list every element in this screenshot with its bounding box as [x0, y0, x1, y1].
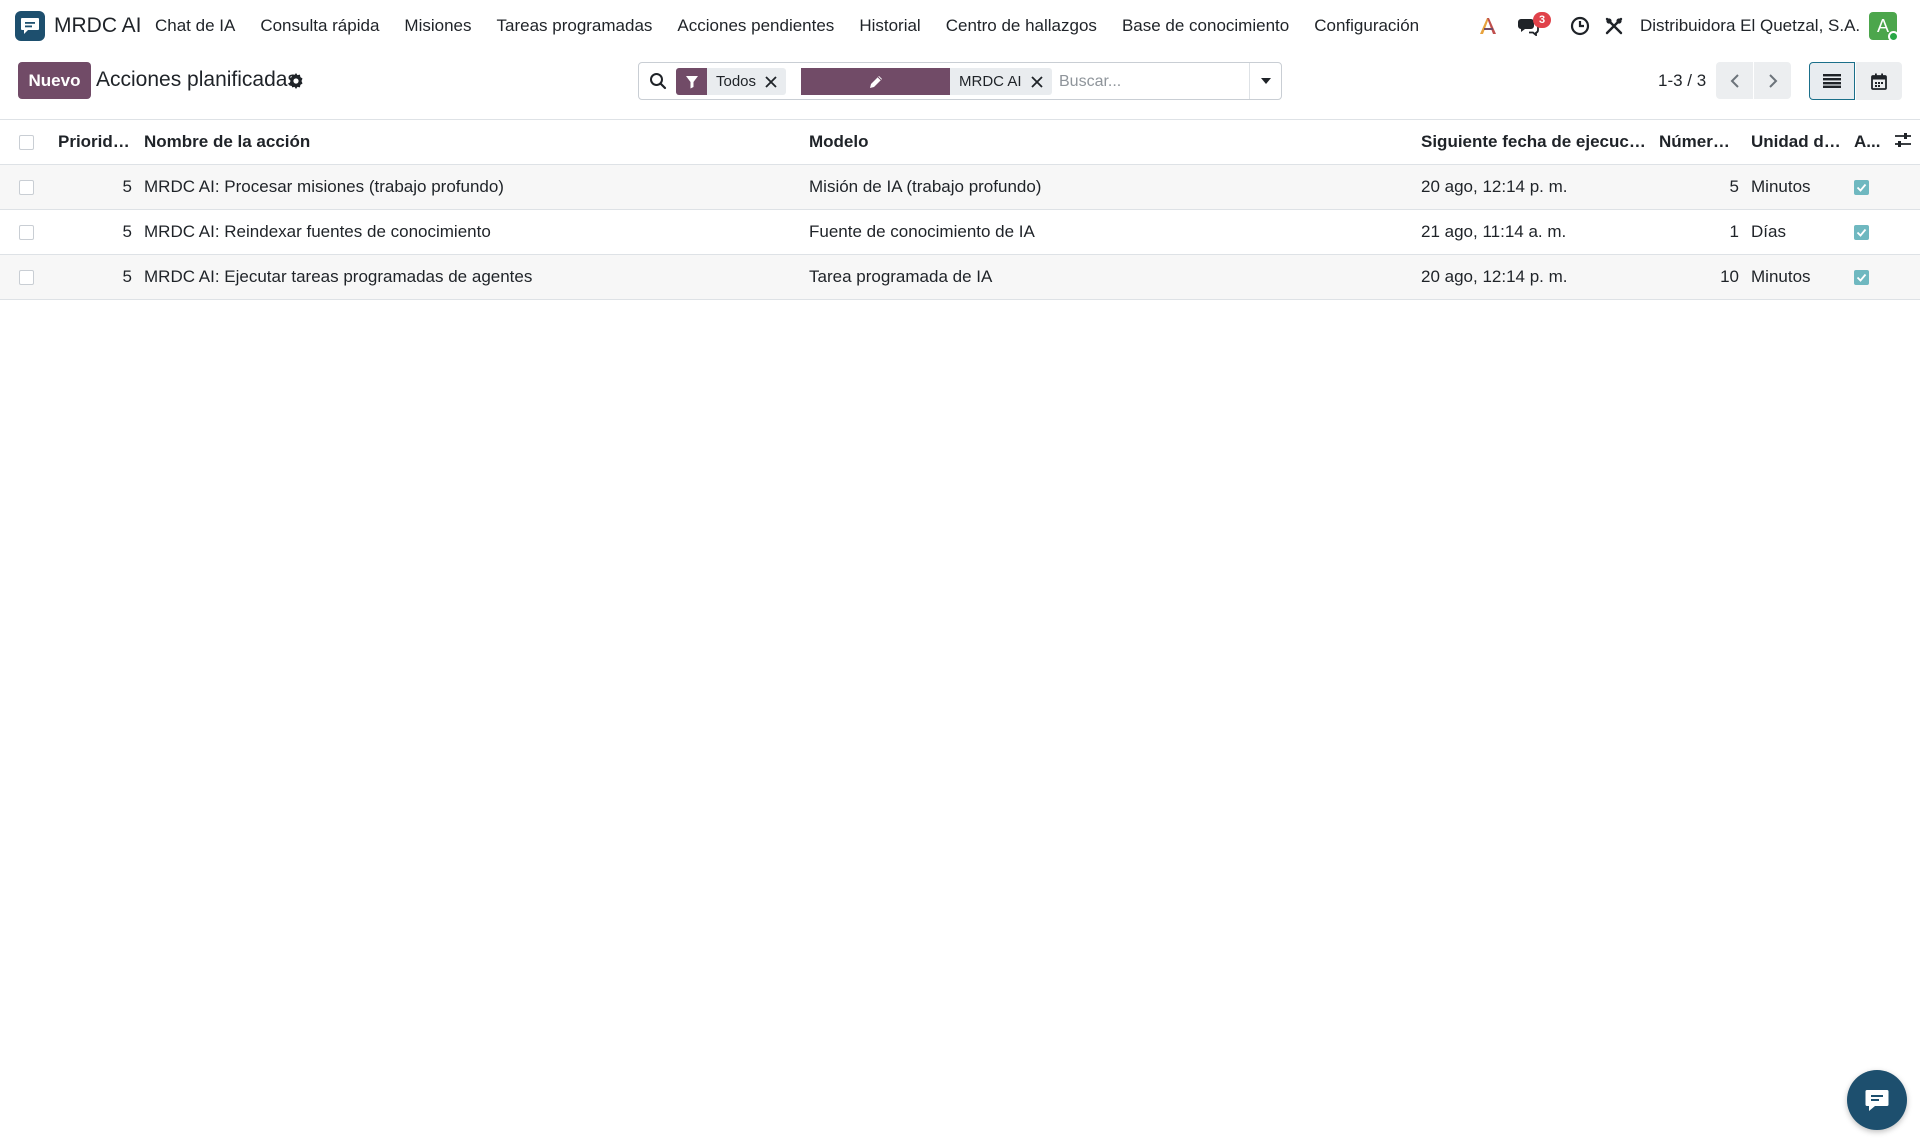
list-icon	[1823, 74, 1841, 88]
row-select-cell[interactable]	[0, 165, 52, 210]
facet-label: MRDC AI	[959, 73, 1022, 90]
table-header-row: Prioridad Nombre de la acción Modelo Sig…	[0, 119, 1920, 165]
main-menu: Chat de IA Consulta rápida Misiones Tare…	[155, 0, 1444, 52]
list-view-button[interactable]	[1809, 62, 1855, 100]
close-icon[interactable]	[1030, 75, 1044, 89]
tools-icon[interactable]	[1602, 14, 1626, 38]
model-cell: Fuente de conocimiento de IA	[809, 222, 1035, 241]
interval-unit-cell: Minutos	[1751, 177, 1811, 196]
model-cell: Misión de IA (trabajo profundo)	[809, 177, 1042, 196]
active-checkbox[interactable]	[1854, 225, 1869, 241]
filter-icon	[676, 68, 707, 95]
menu-item-findings-center[interactable]: Centro de hallazgos	[946, 16, 1097, 36]
group-facet[interactable]: MRDC AI	[950, 68, 1052, 95]
interval-number-cell: 5	[1729, 177, 1739, 196]
gear-icon[interactable]	[287, 72, 305, 90]
action-name-cell[interactable]: MRDC AI: Ejecutar tareas programadas de …	[138, 255, 803, 300]
pager-next-button[interactable]	[1754, 62, 1791, 99]
top-navbar: MRDC AI Chat de IA Consulta rápida Misio…	[0, 0, 1920, 52]
app-name[interactable]: MRDC AI	[54, 14, 142, 38]
chevron-left-icon	[1730, 73, 1739, 88]
app-logo-icon[interactable]	[15, 11, 45, 41]
active-cell	[1848, 165, 1888, 210]
interval-unit-cell: Minutos	[1751, 267, 1811, 286]
company-switcher[interactable]: Distribuidora El Quetzal, S.A.	[1640, 16, 1860, 36]
menu-item-scheduled-tasks[interactable]: Tareas programadas	[497, 16, 653, 36]
menu-item-missions[interactable]: Misiones	[404, 16, 471, 36]
menu-item-configuration[interactable]: Configuración	[1314, 16, 1419, 36]
interval-unit-cell: Días	[1751, 222, 1786, 241]
menu-item-knowledge-base[interactable]: Base de conocimiento	[1122, 16, 1289, 36]
search-input[interactable]	[1059, 69, 1239, 95]
search-bar: Todos MRDC AI	[638, 62, 1282, 100]
page-title: Acciones planificadas	[96, 68, 298, 91]
sliders-icon	[1895, 132, 1911, 147]
search-options-toggle[interactable]	[1249, 63, 1282, 99]
close-icon[interactable]	[764, 75, 778, 89]
row-select-cell[interactable]	[0, 210, 52, 255]
table-row[interactable]: 5 MRDC AI: Procesar misiones (trabajo pr…	[0, 164, 1920, 210]
calendar-icon	[1871, 73, 1887, 90]
filter-facet[interactable]: Todos	[676, 68, 787, 95]
interval-number-cell: 10	[1720, 267, 1739, 286]
action-name-cell[interactable]: MRDC AI: Reindexar fuentes de conocimien…	[138, 210, 803, 255]
optional-columns-toggle[interactable]	[1888, 120, 1920, 165]
row-checkbox[interactable]	[19, 225, 34, 241]
active-checkbox[interactable]	[1854, 180, 1869, 196]
menu-item-pending-actions[interactable]: Acciones pendientes	[677, 16, 834, 36]
table-row[interactable]: 5 MRDC AI: Ejecutar tareas programadas d…	[0, 254, 1920, 300]
column-header-next-run[interactable]: Siguiente fecha de ejecución	[1415, 120, 1653, 165]
ai-assistant-icon[interactable]	[1477, 14, 1501, 38]
messages-count-badge: 3	[1533, 12, 1551, 28]
row-select-cell[interactable]	[0, 255, 52, 300]
new-button[interactable]: Nuevo	[18, 62, 91, 99]
row-checkbox[interactable]	[19, 180, 34, 196]
active-cell	[1848, 210, 1888, 255]
next-run-cell: 21 ago, 11:14 a. m.	[1421, 222, 1567, 241]
table-row[interactable]: 5 MRDC AI: Reindexar fuentes de conocimi…	[0, 209, 1920, 255]
column-header-model[interactable]: Modelo	[803, 120, 1415, 165]
column-header-unit[interactable]: Unidad de...	[1745, 120, 1848, 165]
facet-edit-bar[interactable]	[801, 68, 951, 95]
search-icon[interactable]	[649, 72, 667, 90]
menu-item-chat[interactable]: Chat de IA	[155, 16, 235, 36]
pager-previous-button[interactable]	[1716, 62, 1753, 99]
chat-launcher-button[interactable]	[1847, 1070, 1907, 1130]
calendar-view-button[interactable]	[1856, 62, 1902, 100]
active-cell	[1848, 255, 1888, 300]
scheduled-actions-table: Prioridad Nombre de la acción Modelo Sig…	[0, 119, 1920, 300]
activity-clock-icon[interactable]	[1568, 14, 1592, 38]
priority-cell: 5	[122, 267, 132, 286]
facet-label: Todos	[716, 73, 757, 90]
pager-value[interactable]: 1-3 / 3	[1658, 71, 1706, 91]
chevron-right-icon	[1768, 73, 1777, 88]
caret-down-icon	[1261, 78, 1271, 84]
select-all-checkbox[interactable]	[19, 135, 34, 151]
chat-bubble-icon	[1865, 1090, 1889, 1111]
select-all-cell[interactable]	[0, 120, 52, 165]
menu-item-history[interactable]: Historial	[859, 16, 920, 36]
menu-item-quick-query[interactable]: Consulta rápida	[260, 16, 379, 36]
column-header-active[interactable]: A...	[1848, 120, 1888, 165]
interval-number-cell: 1	[1729, 222, 1739, 241]
row-checkbox[interactable]	[19, 270, 34, 286]
next-run-cell: 20 ago, 12:14 p. m.	[1421, 177, 1568, 196]
model-cell: Tarea programada de IA	[809, 267, 993, 286]
column-header-name[interactable]: Nombre de la acción	[138, 120, 803, 165]
action-name-cell[interactable]: MRDC AI: Procesar misiones (trabajo prof…	[138, 165, 803, 210]
next-run-cell: 20 ago, 12:14 p. m.	[1421, 267, 1568, 286]
column-header-number[interactable]: Número ...	[1653, 120, 1745, 165]
pencil-icon	[870, 75, 882, 88]
priority-cell: 5	[122, 177, 132, 196]
priority-cell: 5	[122, 222, 132, 241]
active-checkbox[interactable]	[1854, 270, 1869, 286]
online-status-icon	[1888, 31, 1899, 42]
column-header-priority[interactable]: Prioridad	[52, 120, 138, 165]
